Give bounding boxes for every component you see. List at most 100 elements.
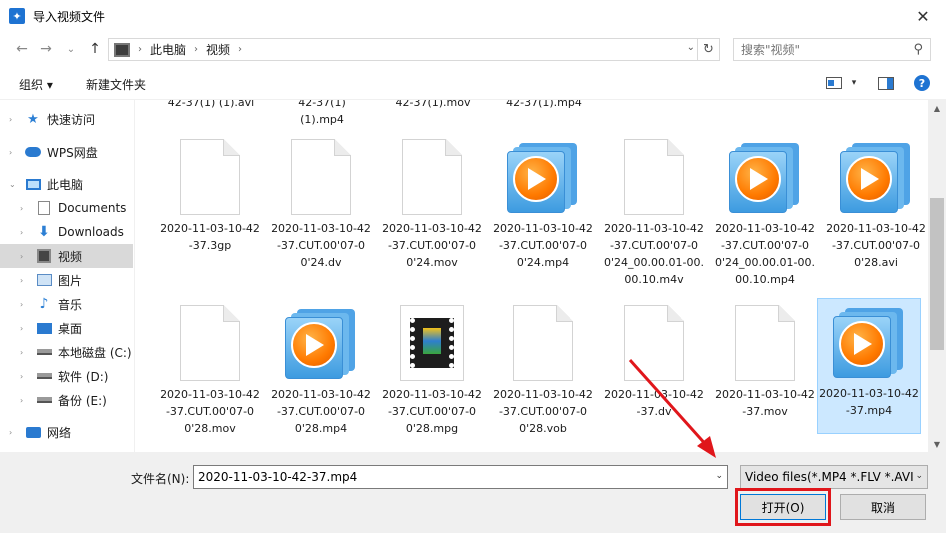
file-name: 2020-11-03-10-42-37.CUT.00'07-00'24.dv xyxy=(271,222,371,269)
chevron-down-icon[interactable]: ⌄ xyxy=(9,180,18,189)
chevron-right-icon[interactable]: › xyxy=(9,115,18,124)
cancel-button[interactable]: 取消 xyxy=(840,494,926,520)
sidebar-item-drive-d[interactable]: › 软件 (D:) xyxy=(0,364,133,388)
window-title: 导入视频文件 xyxy=(33,9,106,24)
chevron-right-icon[interactable]: › xyxy=(20,324,29,333)
sidebar-item-quick-access[interactable]: › ★ 快速访问 xyxy=(0,107,133,131)
sidebar-item-drive-e[interactable]: › 备份 (E:) xyxy=(0,388,133,412)
chevron-right-icon[interactable]: › xyxy=(20,372,29,381)
open-button[interactable]: 打开(O) xyxy=(740,494,826,520)
address-bar[interactable]: › 此电脑 › 视频 › ⌄ ↻ xyxy=(108,38,720,61)
command-bar: 组织 ▾ 新建文件夹 ▾ ? xyxy=(0,66,946,100)
view-options-icon[interactable] xyxy=(824,73,844,93)
scroll-up-icon[interactable]: ▲ xyxy=(928,100,946,116)
file-name: 2020-11-03-10-42-37.CUT.00'07-00'28.avi xyxy=(826,222,926,269)
breadcrumb-videos[interactable]: 视频 xyxy=(206,41,230,58)
file-item[interactable]: 42-37(1) (1).avi xyxy=(159,100,263,111)
address-dropdown-icon[interactable]: ⌄ xyxy=(687,42,695,53)
help-circle[interactable]: ? xyxy=(914,75,930,91)
preview-pane-icon[interactable] xyxy=(876,73,896,93)
sidebar-item-wps-cloud[interactable]: › WPS网盘 xyxy=(0,140,133,164)
file-thumbnail xyxy=(602,300,706,386)
sidebar-item-pictures[interactable]: › 图片 xyxy=(0,268,133,292)
search-box[interactable]: ⚲ xyxy=(733,38,931,61)
filename-combobox[interactable]: ⌄ xyxy=(193,465,728,489)
file-list: 42-37(1) (1).avi 42-37(1) (1).mp4 42-37(… xyxy=(135,100,928,452)
breadcrumb-this-pc[interactable]: 此电脑 xyxy=(150,41,186,58)
search-icon[interactable]: ⚲ xyxy=(913,42,923,57)
sidebar-item-documents[interactable]: › Documents xyxy=(0,196,133,220)
chevron-down-icon[interactable]: ⌄ xyxy=(913,471,923,481)
file-item[interactable]: 2020-11-03-10-42-37.CUT.00'07-00'28.mov xyxy=(158,300,262,437)
file-item[interactable]: 2020-11-03-10-42-37.CUT.00'07-00'28.avi xyxy=(824,134,928,271)
view-dropdown-icon[interactable]: ▾ xyxy=(844,73,864,93)
download-icon: ⬇ xyxy=(38,224,50,240)
chevron-right-icon[interactable]: › xyxy=(20,252,29,261)
file-item[interactable]: 2020-11-03-10-42-37.3gp xyxy=(158,134,262,254)
chevron-right-icon[interactable]: › xyxy=(194,44,198,55)
chevron-right-icon[interactable]: › xyxy=(20,348,29,357)
sidebar-item-label: 音乐 xyxy=(58,297,83,312)
recent-locations-icon[interactable]: ⌄ xyxy=(60,38,82,60)
sidebar-item-drive-c[interactable]: › 本地磁盘 (C:) xyxy=(0,340,133,364)
search-input[interactable] xyxy=(741,42,901,57)
file-item[interactable]: 2020-11-03-10-42-37.CUT.00'07-00'28.mpg xyxy=(380,300,484,437)
back-arrow-icon[interactable]: ← xyxy=(11,38,33,60)
file-type-filter[interactable]: Video files(*.MP4 *.FLV *.AVI ⌄ xyxy=(740,465,928,489)
chevron-right-icon[interactable]: › xyxy=(20,204,29,213)
file-thumbnail xyxy=(158,300,262,386)
scroll-thumb[interactable] xyxy=(930,198,944,350)
blank-file-icon xyxy=(624,139,684,215)
forward-arrow-icon[interactable]: → xyxy=(35,38,57,60)
film-icon xyxy=(114,42,130,57)
chevron-right-icon[interactable]: › xyxy=(238,44,242,55)
file-item[interactable]: 42-37(1).mov xyxy=(381,100,485,111)
computer-icon xyxy=(25,177,41,191)
sidebar-item-videos[interactable]: › 视频 xyxy=(0,244,133,268)
sidebar-item-label: 本地磁盘 (C:) xyxy=(58,345,132,360)
chevron-right-icon[interactable]: › xyxy=(20,396,29,405)
chevron-right-icon[interactable]: › xyxy=(9,148,18,157)
file-item[interactable]: 42-37(1).mp4 xyxy=(492,100,596,111)
chevron-right-icon[interactable]: › xyxy=(20,300,29,309)
sidebar-item-downloads[interactable]: › ⬇ Downloads xyxy=(0,220,133,244)
sidebar-item-label: 快速访问 xyxy=(47,112,96,127)
file-item-selected[interactable]: 2020-11-03-10-42-37.mp4 xyxy=(817,298,921,434)
organize-button[interactable]: 组织 ▾ xyxy=(19,76,53,93)
file-item[interactable]: 2020-11-03-10-42-37.CUT.00'07-00'28.vob xyxy=(491,300,595,437)
file-item[interactable]: 2020-11-03-10-42-37.CUT.00'07-00'24_00.0… xyxy=(713,134,817,288)
close-button[interactable]: ✕ xyxy=(900,0,946,32)
file-item[interactable]: 2020-11-03-10-42-37.dv xyxy=(602,300,706,420)
file-thumbnail xyxy=(713,300,817,386)
new-folder-button[interactable]: 新建文件夹 xyxy=(86,76,146,93)
file-item[interactable]: 2020-11-03-10-42-37.CUT.00'07-00'24.mov xyxy=(380,134,484,271)
chevron-down-icon[interactable]: ⌄ xyxy=(715,471,723,481)
sidebar-item-desktop[interactable]: › 桌面 xyxy=(0,316,133,340)
blank-file-icon xyxy=(735,305,795,381)
file-item[interactable]: 2020-11-03-10-42-37.CUT.00'07-00'24.mp4 xyxy=(491,134,595,271)
help-icon[interactable]: ? xyxy=(912,73,932,93)
blank-file-icon xyxy=(291,139,351,215)
file-name: 42-37(1).mp4 xyxy=(506,100,582,109)
chevron-right-icon[interactable]: › xyxy=(20,228,29,237)
file-item[interactable]: 2020-11-03-10-42-37.CUT.00'07-00'24.dv xyxy=(269,134,373,271)
blank-file-icon xyxy=(513,305,573,381)
scroll-down-icon[interactable]: ▼ xyxy=(928,436,946,452)
filename-input[interactable] xyxy=(198,470,698,484)
dialog-footer: 文件名(N): ⌄ Video files(*.MP4 *.FLV *.AVI … xyxy=(0,452,946,533)
chevron-right-icon[interactable]: › xyxy=(9,428,18,437)
file-thumbnail xyxy=(158,134,262,220)
up-arrow-icon[interactable]: ↑ xyxy=(84,38,106,60)
sidebar-item-music[interactable]: › ♪ 音乐 xyxy=(0,292,133,316)
file-item[interactable]: 2020-11-03-10-42-37.CUT.00'07-00'24_00.0… xyxy=(602,134,706,288)
sidebar-item-network[interactable]: › 网络 xyxy=(0,420,133,444)
cloud-icon xyxy=(25,145,41,159)
file-item[interactable]: 2020-11-03-10-42-37.mov xyxy=(713,300,817,420)
file-name: 2020-11-03-10-42-37.mp4 xyxy=(819,387,919,417)
refresh-icon[interactable]: ↻ xyxy=(697,39,719,60)
sidebar-item-this-pc[interactable]: ⌄ 此电脑 xyxy=(0,172,133,196)
file-item[interactable]: 42-37(1) (1).mp4 xyxy=(270,100,374,128)
file-item[interactable]: 2020-11-03-10-42-37.CUT.00'07-00'28.mp4 xyxy=(269,300,373,437)
vertical-scrollbar[interactable]: ▲ ▼ xyxy=(928,100,946,452)
chevron-right-icon[interactable]: › xyxy=(20,276,29,285)
